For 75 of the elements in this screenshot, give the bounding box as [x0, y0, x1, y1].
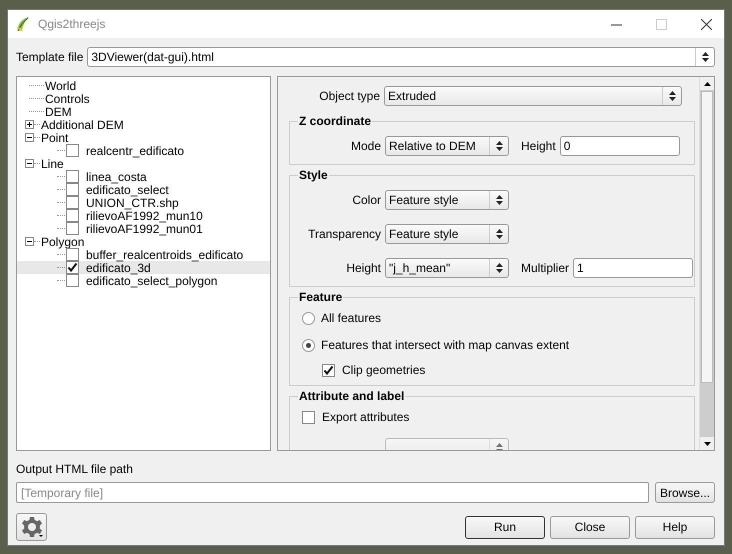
collapse-icon[interactable]	[25, 237, 34, 246]
tree-item[interactable]: Line	[17, 157, 270, 170]
checkbox[interactable]	[66, 170, 79, 183]
settings-button[interactable]	[16, 513, 47, 541]
up-down-arrows-icon	[702, 51, 708, 63]
template-label: Template file	[16, 50, 84, 64]
radio-button[interactable]	[302, 338, 315, 352]
checkbox[interactable]	[66, 274, 79, 287]
checkbox[interactable]	[66, 209, 79, 222]
tree-item[interactable]: realcentr_edificato	[17, 144, 270, 157]
checkbox[interactable]	[66, 196, 79, 209]
scrollbar[interactable]	[699, 77, 714, 450]
tree-item[interactable]: edificato_select	[17, 183, 270, 196]
dialog-button[interactable]: Help	[635, 516, 715, 538]
browse-button[interactable]: Browse...	[655, 482, 715, 503]
field-label: Height	[520, 139, 557, 153]
tree-item[interactable]: rilievoAF1992_mun01	[17, 222, 270, 235]
checkbox[interactable]	[66, 261, 79, 274]
option-label[interactable]: Clip geometries	[342, 363, 426, 377]
scroll-thumb[interactable]	[701, 91, 713, 383]
tree-item[interactable]: edificato_select_polygon	[17, 274, 270, 287]
tree-item[interactable]: Point	[17, 131, 270, 144]
tree-item[interactable]: buffer_realcentroids_edificato	[17, 248, 270, 261]
expand-icon[interactable]	[25, 120, 34, 129]
checkbox[interactable]	[66, 144, 79, 157]
dialog-button[interactable]: Run	[465, 516, 545, 538]
tree-item[interactable]: rilievoAF1992_mun10	[17, 209, 270, 222]
dialog-button[interactable]: Close	[550, 516, 630, 538]
group-title: Z coordinate	[298, 114, 372, 128]
field-label: Height	[345, 261, 382, 275]
input-field[interactable]: 1	[573, 258, 694, 278]
radio-button[interactable]	[302, 312, 315, 324]
up-down-arrows-icon	[668, 90, 676, 102]
tree-item[interactable]: Additional DEM	[17, 118, 270, 131]
checkbox[interactable]	[66, 222, 79, 235]
field-label: Transparency	[307, 227, 382, 241]
dropdown[interactable]: Feature style	[385, 190, 509, 210]
dropdown[interactable]: 3DViewer(dat-gui).html	[87, 47, 715, 67]
option-label[interactable]: All features	[321, 311, 382, 325]
tree-item[interactable]: Polygon	[17, 235, 270, 248]
group-title: Attribute and label	[298, 389, 406, 403]
tree-item[interactable]: UNION_CTR.shp	[17, 196, 270, 209]
checkbox[interactable]	[66, 248, 79, 261]
up-down-arrows-icon	[496, 228, 502, 240]
dropdown[interactable]: "j_h_mean"	[385, 258, 509, 278]
checkbox[interactable]	[322, 364, 335, 376]
close-icon[interactable]	[701, 18, 712, 30]
collapse-icon[interactable]	[25, 133, 34, 142]
tree-item[interactable]: Controls	[17, 92, 270, 105]
tree-item[interactable]: DEM	[17, 105, 270, 118]
dropdown[interactable]: Extruded	[384, 86, 682, 106]
checkbox[interactable]	[66, 183, 79, 196]
dropdown[interactable]: Feature style	[385, 224, 509, 244]
tree-item[interactable]: edificato_3d	[17, 261, 270, 274]
option-label[interactable]: Export attributes	[322, 410, 410, 424]
group-title: Style	[298, 168, 329, 182]
up-down-arrows-icon	[496, 194, 502, 206]
leaf-icon	[16, 16, 30, 32]
tree-item[interactable]: World	[17, 79, 270, 92]
field-label: Mode	[350, 139, 382, 153]
group-title: Feature	[298, 290, 344, 304]
up-down-arrows-icon	[496, 262, 502, 274]
up-down-arrows-icon	[496, 140, 502, 152]
input-field[interactable]: 0	[560, 136, 680, 156]
field-label: Multiplier	[520, 261, 570, 275]
window-title: Qgis2threejs	[38, 17, 106, 31]
dropdown[interactable]: Relative to DEM	[385, 136, 509, 156]
collapse-icon[interactable]	[25, 159, 34, 168]
checkbox[interactable]	[302, 410, 315, 424]
tree-item[interactable]: linea_costa	[17, 170, 270, 183]
option-label[interactable]: Features that intersect with map canvas extent	[321, 338, 570, 352]
output-label: Output HTML file path	[16, 462, 134, 478]
path-field[interactable]: [Temporary file]	[16, 482, 649, 503]
field-label: Color	[351, 193, 382, 207]
field-label: Object type	[318, 89, 381, 103]
